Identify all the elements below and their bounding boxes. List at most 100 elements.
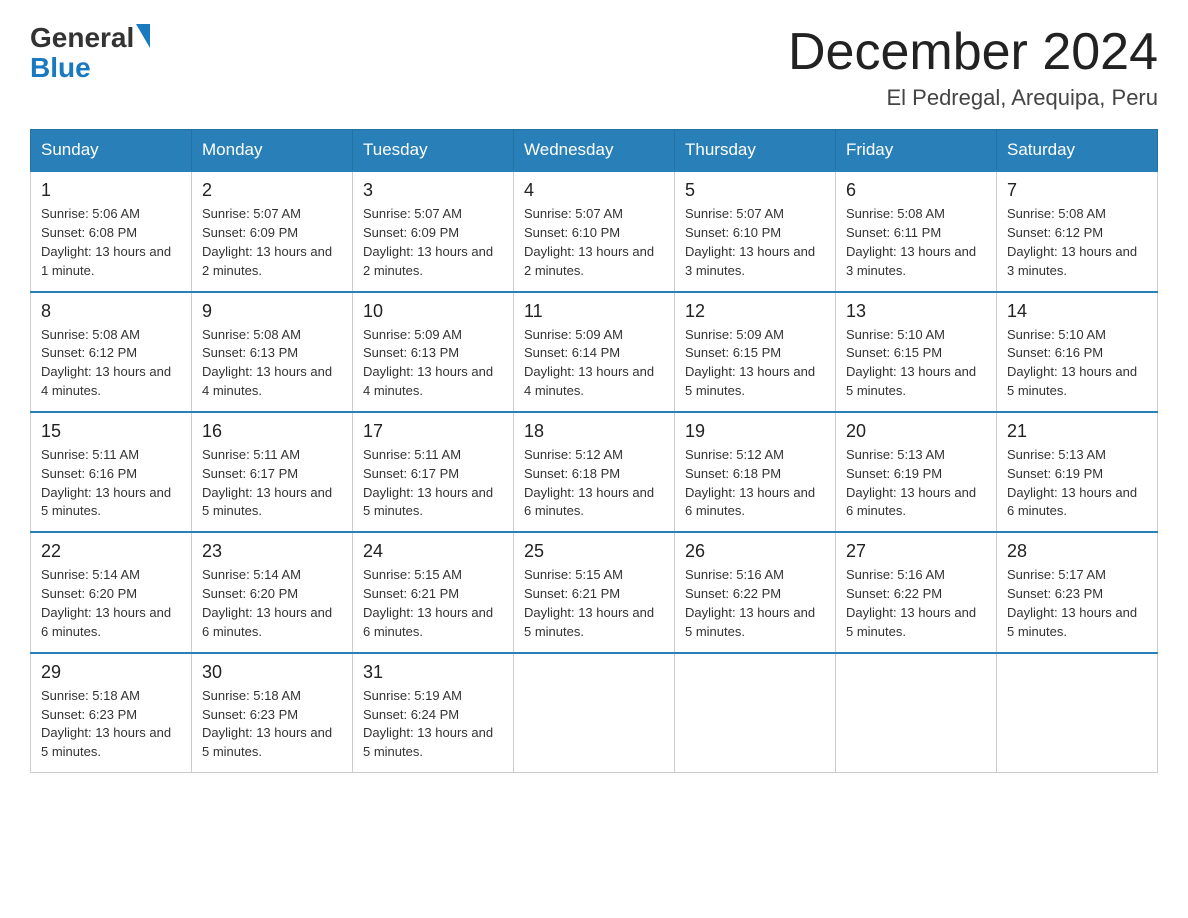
day-number: 26 [685,541,825,562]
calendar-cell: 2 Sunrise: 5:07 AM Sunset: 6:09 PM Dayli… [192,171,353,291]
calendar-cell: 19 Sunrise: 5:12 AM Sunset: 6:18 PM Dayl… [675,412,836,532]
day-info: Sunrise: 5:09 AM Sunset: 6:14 PM Dayligh… [524,326,664,401]
week-row-2: 8 Sunrise: 5:08 AM Sunset: 6:12 PM Dayli… [31,292,1158,412]
day-info: Sunrise: 5:18 AM Sunset: 6:23 PM Dayligh… [41,687,181,762]
day-info: Sunrise: 5:07 AM Sunset: 6:10 PM Dayligh… [685,205,825,280]
logo-triangle-icon [136,24,150,48]
day-number: 5 [685,180,825,201]
calendar-cell: 22 Sunrise: 5:14 AM Sunset: 6:20 PM Dayl… [31,532,192,652]
day-number: 13 [846,301,986,322]
logo-general-text: General [30,24,134,52]
day-info: Sunrise: 5:06 AM Sunset: 6:08 PM Dayligh… [41,205,181,280]
day-number: 4 [524,180,664,201]
day-number: 2 [202,180,342,201]
calendar-cell: 4 Sunrise: 5:07 AM Sunset: 6:10 PM Dayli… [514,171,675,291]
day-number: 14 [1007,301,1147,322]
day-number: 24 [363,541,503,562]
day-number: 31 [363,662,503,683]
week-row-1: 1 Sunrise: 5:06 AM Sunset: 6:08 PM Dayli… [31,171,1158,291]
calendar-cell: 7 Sunrise: 5:08 AM Sunset: 6:12 PM Dayli… [997,171,1158,291]
day-number: 15 [41,421,181,442]
calendar-cell: 18 Sunrise: 5:12 AM Sunset: 6:18 PM Dayl… [514,412,675,532]
day-info: Sunrise: 5:14 AM Sunset: 6:20 PM Dayligh… [41,566,181,641]
day-number: 29 [41,662,181,683]
day-info: Sunrise: 5:15 AM Sunset: 6:21 PM Dayligh… [363,566,503,641]
day-info: Sunrise: 5:16 AM Sunset: 6:22 PM Dayligh… [846,566,986,641]
calendar-header: Sunday Monday Tuesday Wednesday Thursday… [31,130,1158,172]
day-number: 25 [524,541,664,562]
calendar-cell: 20 Sunrise: 5:13 AM Sunset: 6:19 PM Dayl… [836,412,997,532]
calendar-cell: 9 Sunrise: 5:08 AM Sunset: 6:13 PM Dayli… [192,292,353,412]
day-info: Sunrise: 5:14 AM Sunset: 6:20 PM Dayligh… [202,566,342,641]
calendar-title-area: December 2024 El Pedregal, Arequipa, Per… [788,24,1158,111]
day-number: 30 [202,662,342,683]
calendar-cell: 1 Sunrise: 5:06 AM Sunset: 6:08 PM Dayli… [31,171,192,291]
day-number: 27 [846,541,986,562]
week-row-5: 29 Sunrise: 5:18 AM Sunset: 6:23 PM Dayl… [31,653,1158,773]
logo-blue-text: Blue [30,52,91,84]
day-info: Sunrise: 5:16 AM Sunset: 6:22 PM Dayligh… [685,566,825,641]
day-info: Sunrise: 5:12 AM Sunset: 6:18 PM Dayligh… [524,446,664,521]
calendar-cell: 3 Sunrise: 5:07 AM Sunset: 6:09 PM Dayli… [353,171,514,291]
day-info: Sunrise: 5:13 AM Sunset: 6:19 PM Dayligh… [1007,446,1147,521]
calendar-cell: 11 Sunrise: 5:09 AM Sunset: 6:14 PM Dayl… [514,292,675,412]
day-info: Sunrise: 5:12 AM Sunset: 6:18 PM Dayligh… [685,446,825,521]
day-number: 6 [846,180,986,201]
week-row-3: 15 Sunrise: 5:11 AM Sunset: 6:16 PM Dayl… [31,412,1158,532]
calendar-cell: 12 Sunrise: 5:09 AM Sunset: 6:15 PM Dayl… [675,292,836,412]
day-info: Sunrise: 5:11 AM Sunset: 6:16 PM Dayligh… [41,446,181,521]
day-info: Sunrise: 5:07 AM Sunset: 6:10 PM Dayligh… [524,205,664,280]
calendar-subtitle: El Pedregal, Arequipa, Peru [788,85,1158,111]
calendar-cell: 13 Sunrise: 5:10 AM Sunset: 6:15 PM Dayl… [836,292,997,412]
calendar-cell [997,653,1158,773]
day-number: 16 [202,421,342,442]
calendar-cell: 6 Sunrise: 5:08 AM Sunset: 6:11 PM Dayli… [836,171,997,291]
day-number: 19 [685,421,825,442]
day-info: Sunrise: 5:07 AM Sunset: 6:09 PM Dayligh… [202,205,342,280]
calendar-cell [514,653,675,773]
day-info: Sunrise: 5:08 AM Sunset: 6:12 PM Dayligh… [1007,205,1147,280]
day-number: 12 [685,301,825,322]
calendar-cell: 5 Sunrise: 5:07 AM Sunset: 6:10 PM Dayli… [675,171,836,291]
calendar-cell: 23 Sunrise: 5:14 AM Sunset: 6:20 PM Dayl… [192,532,353,652]
page-header: General Blue December 2024 El Pedregal, … [30,24,1158,111]
calendar-cell: 24 Sunrise: 5:15 AM Sunset: 6:21 PM Dayl… [353,532,514,652]
day-info: Sunrise: 5:15 AM Sunset: 6:21 PM Dayligh… [524,566,664,641]
calendar-cell: 10 Sunrise: 5:09 AM Sunset: 6:13 PM Dayl… [353,292,514,412]
day-number: 10 [363,301,503,322]
day-number: 18 [524,421,664,442]
header-saturday: Saturday [997,130,1158,172]
header-monday: Monday [192,130,353,172]
day-number: 20 [846,421,986,442]
day-info: Sunrise: 5:19 AM Sunset: 6:24 PM Dayligh… [363,687,503,762]
day-info: Sunrise: 5:10 AM Sunset: 6:15 PM Dayligh… [846,326,986,401]
day-number: 8 [41,301,181,322]
day-info: Sunrise: 5:13 AM Sunset: 6:19 PM Dayligh… [846,446,986,521]
day-info: Sunrise: 5:08 AM Sunset: 6:13 PM Dayligh… [202,326,342,401]
day-info: Sunrise: 5:09 AM Sunset: 6:13 PM Dayligh… [363,326,503,401]
day-info: Sunrise: 5:07 AM Sunset: 6:09 PM Dayligh… [363,205,503,280]
day-number: 9 [202,301,342,322]
day-number: 28 [1007,541,1147,562]
calendar-table: Sunday Monday Tuesday Wednesday Thursday… [30,129,1158,773]
calendar-cell: 8 Sunrise: 5:08 AM Sunset: 6:12 PM Dayli… [31,292,192,412]
day-info: Sunrise: 5:08 AM Sunset: 6:12 PM Dayligh… [41,326,181,401]
day-number: 3 [363,180,503,201]
header-thursday: Thursday [675,130,836,172]
calendar-cell [675,653,836,773]
header-sunday: Sunday [31,130,192,172]
day-info: Sunrise: 5:10 AM Sunset: 6:16 PM Dayligh… [1007,326,1147,401]
day-info: Sunrise: 5:11 AM Sunset: 6:17 PM Dayligh… [202,446,342,521]
day-info: Sunrise: 5:11 AM Sunset: 6:17 PM Dayligh… [363,446,503,521]
calendar-cell: 28 Sunrise: 5:17 AM Sunset: 6:23 PM Dayl… [997,532,1158,652]
calendar-cell: 15 Sunrise: 5:11 AM Sunset: 6:16 PM Dayl… [31,412,192,532]
day-info: Sunrise: 5:17 AM Sunset: 6:23 PM Dayligh… [1007,566,1147,641]
calendar-cell: 25 Sunrise: 5:15 AM Sunset: 6:21 PM Dayl… [514,532,675,652]
week-row-4: 22 Sunrise: 5:14 AM Sunset: 6:20 PM Dayl… [31,532,1158,652]
header-row: Sunday Monday Tuesday Wednesday Thursday… [31,130,1158,172]
calendar-cell: 17 Sunrise: 5:11 AM Sunset: 6:17 PM Dayl… [353,412,514,532]
day-number: 1 [41,180,181,201]
logo: General Blue [30,24,152,84]
calendar-body: 1 Sunrise: 5:06 AM Sunset: 6:08 PM Dayli… [31,171,1158,772]
header-friday: Friday [836,130,997,172]
